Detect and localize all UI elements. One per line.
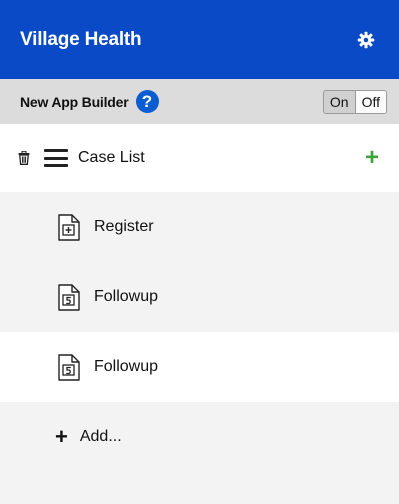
app-header: Village Health: [0, 0, 399, 79]
menu-icon-bar: [44, 149, 68, 152]
delete-module-button[interactable]: [16, 149, 32, 167]
add-plus-icon: +: [55, 424, 68, 449]
trash-icon: [18, 151, 30, 165]
app-sidebar: Village Health New App Builder ? On Off …: [0, 0, 399, 504]
gear-icon: [357, 31, 375, 48]
form-followup-icon: [58, 283, 80, 311]
settings-button[interactable]: [351, 25, 381, 55]
form-followup-icon: [58, 353, 80, 381]
menu-icon-bar: [44, 164, 68, 167]
add-button[interactable]: + Add...: [0, 402, 399, 472]
question-circle-icon[interactable]: ?: [135, 90, 159, 113]
toggle-on-option[interactable]: On: [323, 90, 356, 113]
builder-toggle[interactable]: On Off: [322, 89, 387, 114]
app-title: Village Health: [20, 28, 142, 50]
form-row-register[interactable]: Register: [0, 192, 399, 262]
builder-label-group: New App Builder ?: [20, 90, 159, 113]
form-row-followup[interactable]: Followup: [0, 332, 399, 402]
new-app-builder-label: New App Builder: [20, 93, 129, 110]
plus-icon[interactable]: +: [365, 146, 379, 170]
menu-icon-bar: [44, 156, 68, 160]
menu-icon[interactable]: [44, 149, 68, 167]
toggle-off-option[interactable]: Off: [355, 90, 386, 113]
form-label: Followup: [94, 288, 159, 305]
module-row-case-list[interactable]: Case List +: [0, 124, 399, 192]
form-label: Followup: [94, 358, 159, 375]
new-app-builder-bar: New App Builder ? On Off: [0, 79, 399, 124]
form-row-followup[interactable]: Followup: [0, 262, 399, 332]
form-label: Register: [94, 218, 154, 235]
module-name[interactable]: Case List: [78, 149, 365, 167]
add-label: Add...: [79, 428, 122, 445]
form-register-icon: [58, 213, 80, 241]
